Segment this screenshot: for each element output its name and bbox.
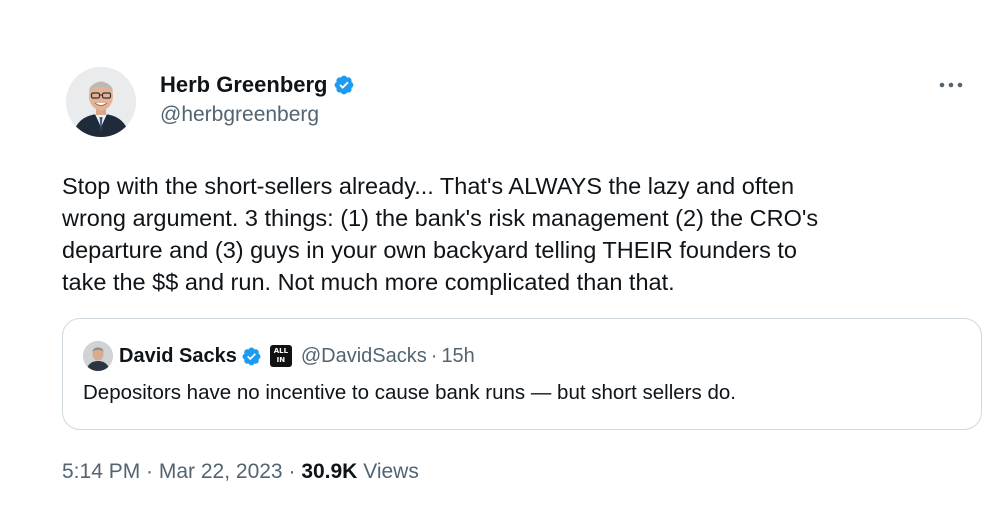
affiliate-badge-icon[interactable]: ALL IN — [269, 345, 292, 367]
quoted-tweet-text: Depositors have no incentive to cause ba… — [83, 381, 736, 404]
quoted-author-avatar-image — [83, 341, 113, 371]
affiliate-badge-line-2: IN — [276, 356, 286, 364]
more-icon — [939, 82, 963, 88]
views-label: Views — [363, 460, 419, 483]
quoted-author-avatar[interactable] — [83, 341, 113, 371]
quoted-tweet[interactable]: David Sacks ALL IN @DavidSacks · 15h Dep… — [62, 318, 982, 430]
tweet-timestamp[interactable]: 5:14 PM · Mar 22, 2023 — [62, 460, 283, 483]
author-avatar-image — [66, 67, 136, 137]
author-block: Herb Greenberg @herbgreenberg — [160, 70, 355, 127]
views-count[interactable]: 30.9K — [301, 460, 357, 483]
quoted-verified-badge-icon — [242, 347, 261, 365]
quoted-tweet-header: David Sacks ALL IN @DavidSacks · 15h — [83, 341, 475, 371]
author-display-name[interactable]: Herb Greenberg — [160, 72, 328, 98]
quoted-author-name[interactable]: David Sacks — [119, 345, 237, 368]
tweet-card: Herb Greenberg @herbgreenberg Stop with … — [0, 0, 990, 520]
quoted-separator: · — [430, 344, 438, 367]
quoted-timestamp[interactable]: 15h — [441, 345, 474, 368]
author-handle[interactable]: @herbgreenberg — [160, 103, 355, 127]
author-name-row: Herb Greenberg — [160, 70, 355, 100]
verified-badge-icon — [334, 75, 353, 95]
affiliate-badge-line-1: ALL — [273, 347, 289, 355]
author-avatar[interactable] — [66, 67, 136, 137]
metadata-separator: · — [288, 460, 296, 483]
tweet-metadata: 5:14 PM · Mar 22, 2023 · 30.9K Views — [62, 460, 419, 484]
tweet-text: Stop with the short-sellers already... T… — [62, 173, 819, 295]
more-options-button[interactable] — [936, 72, 966, 98]
quoted-author-handle[interactable]: @DavidSacks — [301, 345, 427, 368]
